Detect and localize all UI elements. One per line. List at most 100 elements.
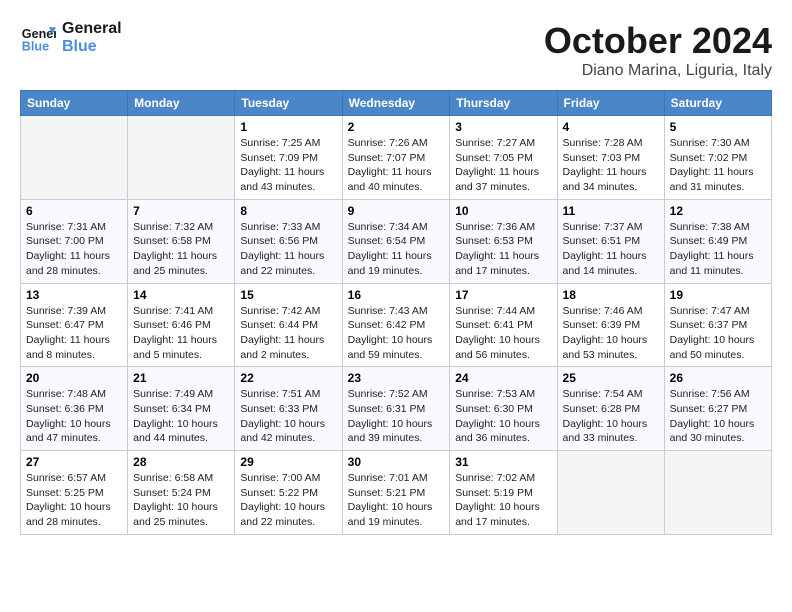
- calendar-cell: 22Sunrise: 7:51 AMSunset: 6:33 PMDayligh…: [235, 367, 342, 451]
- cell-content: Sunrise: 7:43 AMSunset: 6:42 PMDaylight:…: [348, 304, 445, 363]
- day-number: 23: [348, 371, 445, 385]
- day-header-sunday: Sunday: [21, 91, 128, 116]
- day-number: 6: [26, 204, 122, 218]
- logo-text-general: General: [62, 20, 122, 38]
- calendar-week-row: 13 Sunrise: 7:39 AMSunset: 6:47 PMDayligh…: [21, 283, 772, 367]
- cell-content: Sunrise: 7:00 AMSunset: 5:22 PMDaylight:…: [240, 471, 336, 530]
- cell-content: Sunrise: 7:41 AMSunset: 6:46 PMDaylight:…: [133, 304, 229, 363]
- cell-content: Sunrise: 7:36 AMSunset: 6:53 PMDaylight:…: [455, 220, 551, 279]
- cell-content: Sunrise: 7:25 AMSunset: 7:09 PMDaylight:…: [240, 136, 336, 195]
- day-number: 29: [240, 455, 336, 469]
- logo: General Blue General Blue: [20, 20, 122, 56]
- svg-text:Blue: Blue: [22, 40, 49, 54]
- calendar-cell: 8Sunrise: 7:33 AMSunset: 6:56 PMDaylight…: [235, 199, 342, 283]
- cell-content: Sunrise: 7:38 AMSunset: 6:49 PMDaylight:…: [670, 220, 766, 279]
- calendar-cell: 17Sunrise: 7:44 AMSunset: 6:41 PMDayligh…: [450, 283, 557, 367]
- day-number: 12: [670, 204, 766, 218]
- cell-content: Sunrise: 7:47 AMSunset: 6:37 PMDaylight:…: [670, 304, 766, 363]
- day-number: 11: [563, 204, 659, 218]
- day-number: 13: [26, 288, 122, 302]
- day-number: 30: [348, 455, 445, 469]
- day-number: 7: [133, 204, 229, 218]
- calendar-cell: 6 Sunrise: 7:31 AMSunset: 7:00 PMDaylight…: [21, 199, 128, 283]
- calendar-cell: 15 Sunrise: 7:42 AMSunset: 6:44 PMDayligh…: [235, 283, 342, 367]
- calendar-cell: 10 Sunrise: 7:36 AMSunset: 6:53 PMDayligh…: [450, 199, 557, 283]
- cell-content: Sunrise: 7:31 AMSunset: 7:00 PMDaylight:…: [26, 220, 122, 279]
- location-title: Diano Marina, Liguria, Italy: [544, 62, 772, 80]
- cell-content: Sunrise: 7:01 AMSunset: 5:21 PMDaylight:…: [348, 471, 445, 530]
- calendar-header-row: SundayMondayTuesdayWednesdayThursdayFrid…: [21, 91, 772, 116]
- calendar-cell: 20 Sunrise: 7:48 AMSunset: 6:36 PMDayligh…: [21, 367, 128, 451]
- calendar-week-row: 20 Sunrise: 7:48 AMSunset: 6:36 PMDayligh…: [21, 367, 772, 451]
- day-number: 17: [455, 288, 551, 302]
- day-number: 18: [563, 288, 659, 302]
- day-number: 4: [563, 120, 659, 134]
- cell-content: Sunrise: 7:39 AMSunset: 6:47 PMDaylight:…: [26, 304, 122, 363]
- cell-content: Sunrise: 7:33 AMSunset: 6:56 PMDaylight:…: [240, 220, 336, 279]
- day-number: 31: [455, 455, 551, 469]
- calendar-cell: 2Sunrise: 7:26 AMSunset: 7:07 PMDaylight…: [342, 116, 450, 200]
- day-header-monday: Monday: [128, 91, 235, 116]
- cell-content: Sunrise: 6:58 AMSunset: 5:24 PMDaylight:…: [133, 471, 229, 530]
- calendar-cell: 28 Sunrise: 6:58 AMSunset: 5:24 PMDayligh…: [128, 451, 235, 535]
- cell-content: Sunrise: 7:53 AMSunset: 6:30 PMDaylight:…: [455, 387, 551, 446]
- calendar-cell: [664, 451, 771, 535]
- calendar-week-row: 1Sunrise: 7:25 AMSunset: 7:09 PMDaylight…: [21, 116, 772, 200]
- calendar-cell: 5 Sunrise: 7:30 AMSunset: 7:02 PMDaylight…: [664, 116, 771, 200]
- cell-content: Sunrise: 7:37 AMSunset: 6:51 PMDaylight:…: [563, 220, 659, 279]
- calendar-cell: 11 Sunrise: 7:37 AMSunset: 6:51 PMDayligh…: [557, 199, 664, 283]
- cell-content: Sunrise: 7:42 AMSunset: 6:44 PMDaylight:…: [240, 304, 336, 363]
- calendar-cell: 3Sunrise: 7:27 AMSunset: 7:05 PMDaylight…: [450, 116, 557, 200]
- day-number: 10: [455, 204, 551, 218]
- calendar-cell: [21, 116, 128, 200]
- calendar-cell: 14 Sunrise: 7:41 AMSunset: 6:46 PMDayligh…: [128, 283, 235, 367]
- calendar-cell: 19 Sunrise: 7:47 AMSunset: 6:37 PMDayligh…: [664, 283, 771, 367]
- calendar-cell: 27Sunrise: 6:57 AMSunset: 5:25 PMDayligh…: [21, 451, 128, 535]
- cell-content: Sunrise: 7:32 AMSunset: 6:58 PMDaylight:…: [133, 220, 229, 279]
- calendar-cell: 16 Sunrise: 7:43 AMSunset: 6:42 PMDayligh…: [342, 283, 450, 367]
- calendar-cell: 26 Sunrise: 7:56 AMSunset: 6:27 PMDayligh…: [664, 367, 771, 451]
- calendar-cell: 12 Sunrise: 7:38 AMSunset: 6:49 PMDayligh…: [664, 199, 771, 283]
- cell-content: Sunrise: 7:34 AMSunset: 6:54 PMDaylight:…: [348, 220, 445, 279]
- calendar-cell: 13 Sunrise: 7:39 AMSunset: 6:47 PMDayligh…: [21, 283, 128, 367]
- calendar-cell: 29 Sunrise: 7:00 AMSunset: 5:22 PMDayligh…: [235, 451, 342, 535]
- day-header-saturday: Saturday: [664, 91, 771, 116]
- day-number: 26: [670, 371, 766, 385]
- calendar-cell: 1Sunrise: 7:25 AMSunset: 7:09 PMDaylight…: [235, 116, 342, 200]
- cell-content: Sunrise: 7:02 AMSunset: 5:19 PMDaylight:…: [455, 471, 551, 530]
- day-number: 19: [670, 288, 766, 302]
- day-number: 14: [133, 288, 229, 302]
- month-title: October 2024: [544, 20, 772, 62]
- logo-text-blue: Blue: [62, 38, 122, 56]
- day-number: 21: [133, 371, 229, 385]
- day-number: 25: [563, 371, 659, 385]
- page-header: General Blue General Blue October 2024 D…: [20, 20, 772, 80]
- cell-content: Sunrise: 7:30 AMSunset: 7:02 PMDaylight:…: [670, 136, 766, 195]
- day-number: 28: [133, 455, 229, 469]
- cell-content: Sunrise: 7:49 AMSunset: 6:34 PMDaylight:…: [133, 387, 229, 446]
- day-number: 20: [26, 371, 122, 385]
- day-number: 22: [240, 371, 336, 385]
- calendar-cell: 18 Sunrise: 7:46 AMSunset: 6:39 PMDayligh…: [557, 283, 664, 367]
- cell-content: Sunrise: 6:57 AMSunset: 5:25 PMDaylight:…: [26, 471, 122, 530]
- calendar-cell: 7 Sunrise: 7:32 AMSunset: 6:58 PMDaylight…: [128, 199, 235, 283]
- calendar-cell: 31 Sunrise: 7:02 AMSunset: 5:19 PMDayligh…: [450, 451, 557, 535]
- calendar-week-row: 27Sunrise: 6:57 AMSunset: 5:25 PMDayligh…: [21, 451, 772, 535]
- calendar-cell: [557, 451, 664, 535]
- day-number: 15: [240, 288, 336, 302]
- cell-content: Sunrise: 7:46 AMSunset: 6:39 PMDaylight:…: [563, 304, 659, 363]
- calendar-cell: 24Sunrise: 7:53 AMSunset: 6:30 PMDayligh…: [450, 367, 557, 451]
- cell-content: Sunrise: 7:27 AMSunset: 7:05 PMDaylight:…: [455, 136, 551, 195]
- day-number: 5: [670, 120, 766, 134]
- title-block: October 2024 Diano Marina, Liguria, Ital…: [544, 20, 772, 80]
- cell-content: Sunrise: 7:48 AMSunset: 6:36 PMDaylight:…: [26, 387, 122, 446]
- calendar-cell: 21 Sunrise: 7:49 AMSunset: 6:34 PMDayligh…: [128, 367, 235, 451]
- calendar-table: SundayMondayTuesdayWednesdayThursdayFrid…: [20, 90, 772, 535]
- cell-content: Sunrise: 7:56 AMSunset: 6:27 PMDaylight:…: [670, 387, 766, 446]
- cell-content: Sunrise: 7:54 AMSunset: 6:28 PMDaylight:…: [563, 387, 659, 446]
- day-header-thursday: Thursday: [450, 91, 557, 116]
- calendar-week-row: 6 Sunrise: 7:31 AMSunset: 7:00 PMDaylight…: [21, 199, 772, 283]
- day-number: 16: [348, 288, 445, 302]
- calendar-cell: 23Sunrise: 7:52 AMSunset: 6:31 PMDayligh…: [342, 367, 450, 451]
- day-number: 9: [348, 204, 445, 218]
